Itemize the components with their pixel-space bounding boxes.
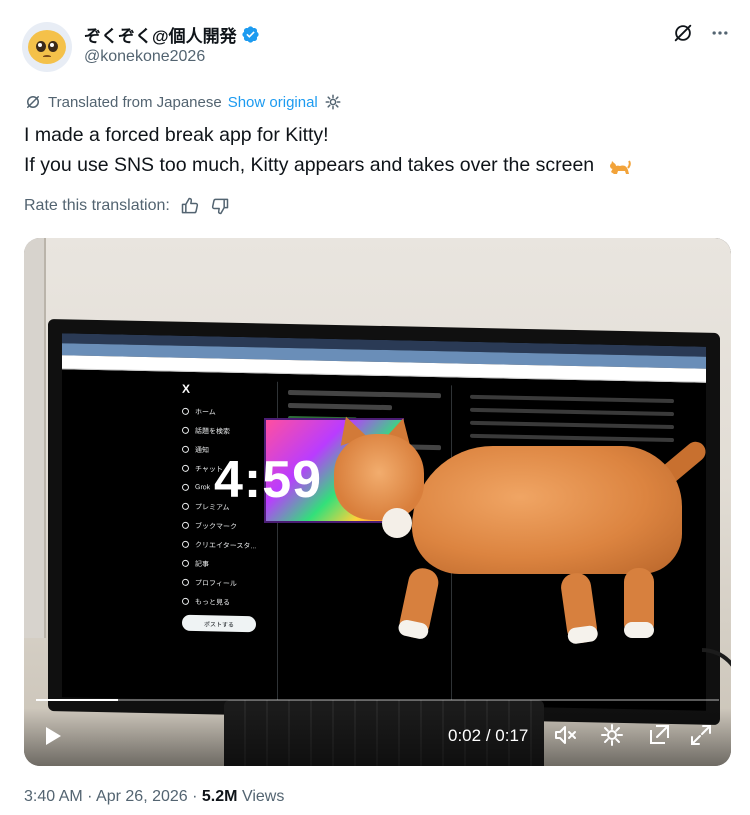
rate-translation: Rate this translation: (24, 196, 230, 216)
video-frame-shelf (24, 238, 46, 638)
cat-chest (382, 508, 412, 538)
show-original-link[interactable]: Show original (228, 94, 318, 111)
avatar[interactable] (22, 22, 72, 72)
screen-nav-item: ホーム (182, 402, 272, 423)
tweet-text-line-2: If you use SNS too much, Kitty appears a… (24, 150, 726, 180)
mute-icon[interactable] (552, 722, 578, 748)
break-timer-overlay: 4:59 (214, 451, 323, 509)
views-label: Views (241, 788, 285, 805)
thumb-up-icon[interactable] (180, 196, 200, 216)
pleading-face-icon (28, 30, 66, 64)
tweet-text: I made a forced break app for Kitty! If … (24, 120, 726, 180)
play-icon[interactable] (40, 724, 64, 748)
video-progress-fill (36, 699, 118, 701)
tweet-time[interactable]: 3:40 AM (24, 788, 83, 805)
gear-icon[interactable] (599, 722, 625, 748)
tweet-date[interactable]: Apr 26, 2026 (96, 788, 188, 805)
grok-icon[interactable] (672, 22, 694, 44)
cat-leg (624, 568, 654, 638)
views-count: 5.2M (201, 788, 238, 805)
tweet-meta: 3:40 AM · Apr 26, 2026 · 5.2M Views (24, 788, 284, 806)
rate-translation-label: Rate this translation: (24, 197, 170, 214)
screen-nav-item: ブックマーク (182, 516, 272, 537)
screen-nav-item: もっと見る (182, 592, 272, 613)
screen-x-logo: X (182, 381, 191, 396)
video-player[interactable]: X ホーム 話題を検索 通知 チャット Grok プレミアム ブックマーク クリ… (24, 238, 731, 766)
tweet-text-line: If you use SNS too much, Kitty appears a… (24, 154, 595, 176)
video-progress-bar[interactable] (36, 699, 719, 701)
cat-emoji-icon (609, 160, 631, 174)
gear-icon[interactable] (324, 93, 342, 111)
fullscreen-icon[interactable] (688, 722, 714, 748)
author-handle[interactable]: @konekone2026 (84, 48, 205, 66)
cat-body (412, 446, 682, 574)
video-time-total: 0:17 (495, 726, 529, 745)
more-icon[interactable] (710, 23, 730, 43)
translation-notice: Translated from Japanese Show original (24, 93, 342, 111)
thumb-down-icon[interactable] (210, 196, 230, 216)
screen-nav-item: 記事 (182, 554, 272, 575)
screen-nav-item: プロフィール (182, 573, 272, 594)
screen-nav-item: クリエイタースタ... (182, 535, 272, 556)
cat-head (334, 434, 424, 520)
screen-nav-item: 話題を検索 (182, 421, 272, 442)
display-name[interactable]: ぞくぞく@個人開発 (84, 22, 237, 47)
tweet-text-line: I made a forced break app for Kitty! (24, 124, 329, 146)
popout-icon[interactable] (646, 722, 672, 748)
translation-notice-text: Translated from Japanese (48, 93, 222, 111)
meta-separator: · (87, 788, 93, 805)
author-name-row: ぞくぞく@個人開発 (84, 22, 260, 47)
video-timecode: 0:02 / 0:17 (448, 726, 528, 746)
meta-separator: · (192, 788, 198, 805)
video-time-separator: / (485, 726, 491, 745)
screen-post-button: ポストする (182, 614, 256, 633)
video-controls: 0:02 / 0:17 (24, 708, 731, 766)
verified-badge-icon[interactable] (241, 25, 260, 44)
tweet-top-actions (672, 22, 730, 44)
translate-icon (27, 96, 39, 108)
video-time-current: 0:02 (448, 726, 482, 745)
